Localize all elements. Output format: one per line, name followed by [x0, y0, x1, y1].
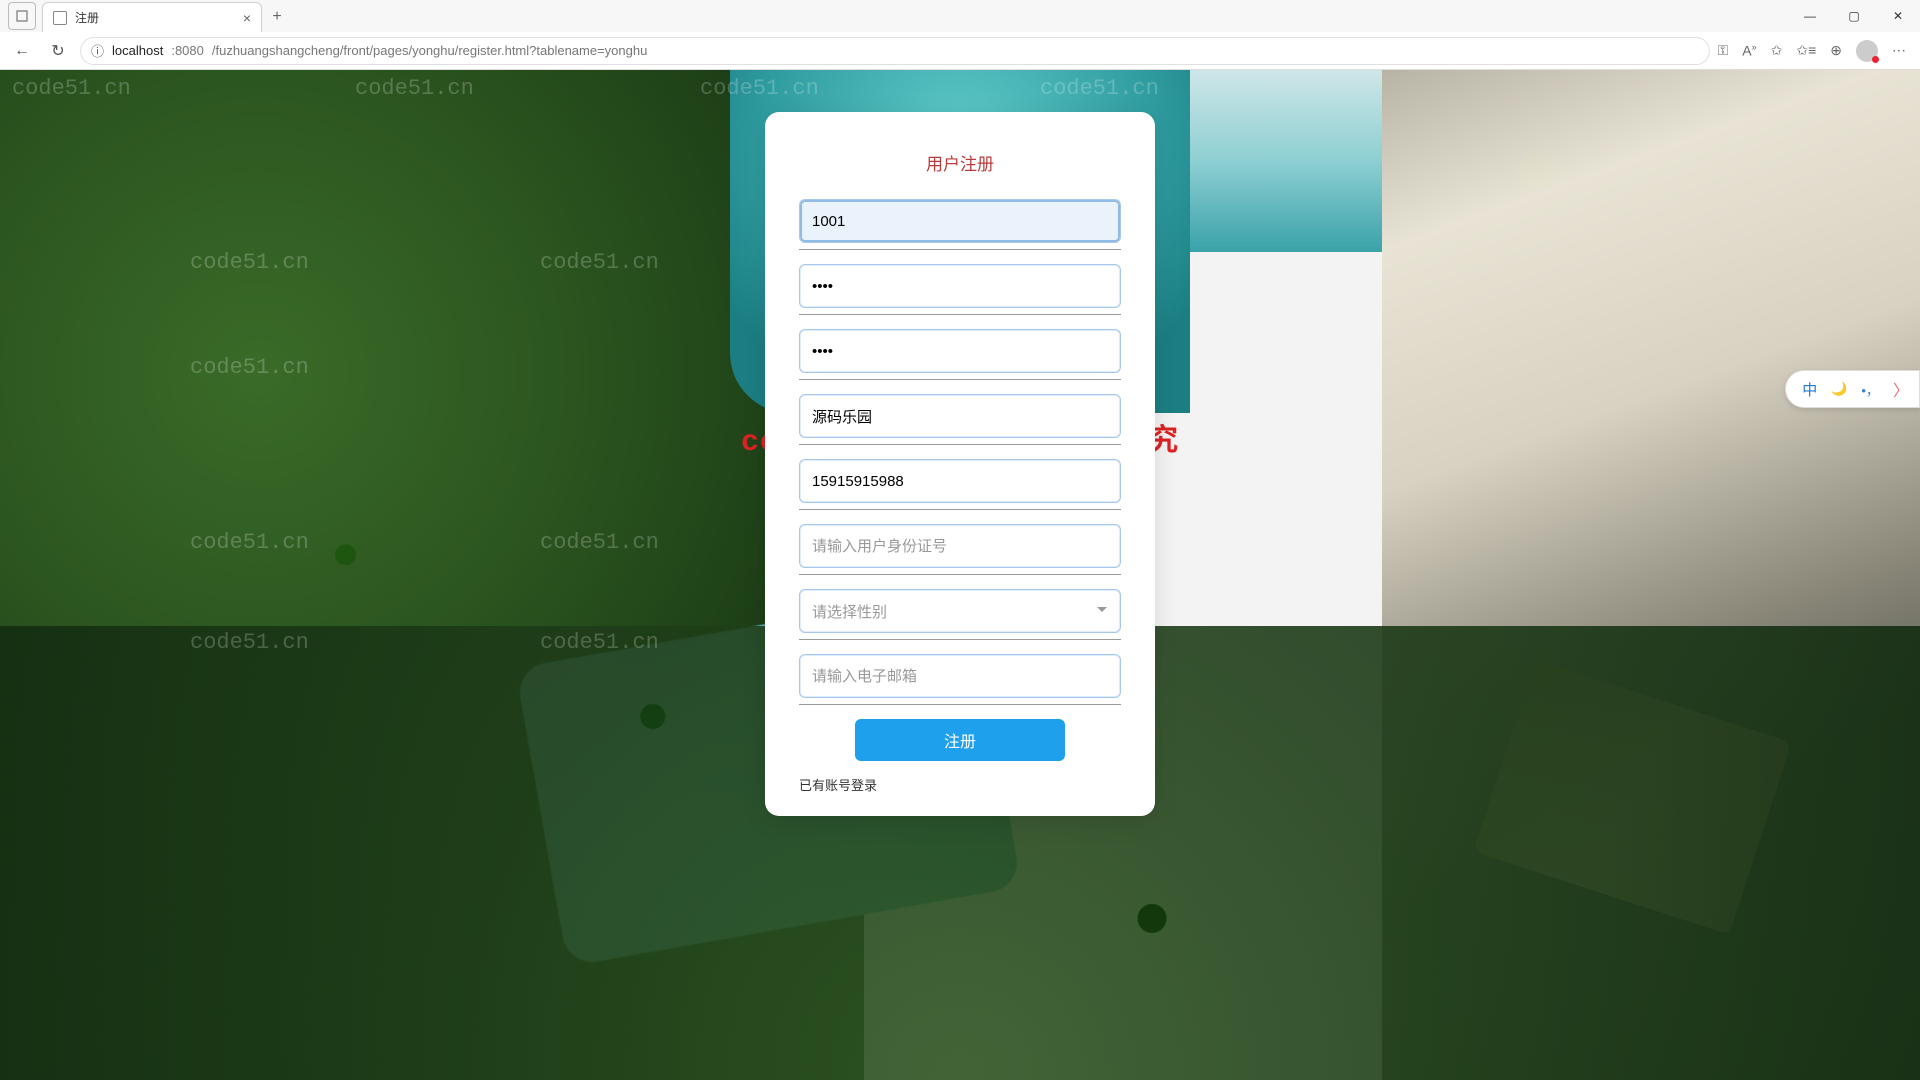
minimize-button[interactable]: — [1788, 0, 1832, 32]
page-favicon-icon [53, 11, 67, 25]
page-title: 用户注册 [799, 150, 1121, 175]
chevron-right-icon[interactable]: 〉 [1893, 377, 1909, 401]
idcard-input[interactable] [799, 524, 1121, 568]
ime-lang-indicator[interactable]: 中 [1802, 379, 1817, 400]
collections-icon[interactable]: ⊕ [1830, 42, 1842, 59]
url-input[interactable]: ⓘ localhost :8080/fuzhuangshangcheng/fron… [80, 37, 1710, 65]
gender-placeholder: 请选择性别 [812, 601, 887, 622]
phone-input[interactable] [799, 459, 1121, 503]
favorite-icon[interactable]: ✩ [1771, 42, 1783, 59]
more-menu-button[interactable]: ⋯ [1892, 42, 1906, 59]
password-input[interactable] [799, 264, 1121, 308]
refresh-button[interactable]: ↻ [44, 37, 72, 65]
email-input[interactable] [799, 654, 1121, 698]
site-info-icon[interactable]: ⓘ [91, 41, 104, 60]
passwords-icon[interactable]: ⚿ [1718, 42, 1729, 59]
page-viewport: code51.cn code51.cn code51.cn code51.cn … [0, 70, 1920, 1080]
close-window-button[interactable]: ✕ [1876, 0, 1920, 32]
tab-title: 注册 [75, 9, 235, 26]
maximize-button[interactable]: ▢ [1832, 0, 1876, 32]
tab-actions-button[interactable] [8, 2, 36, 30]
toolbar-icons: ⚿ A» ✩ ✩≡ ⊕ ⋯ [1718, 40, 1912, 62]
window-controls: — ▢ ✕ [1788, 0, 1920, 32]
url-port: :8080 [171, 43, 204, 58]
gender-select[interactable]: 请选择性别 [799, 589, 1121, 633]
address-bar: ← ↻ ⓘ localhost :8080/fuzhuangshangcheng/… [0, 32, 1920, 70]
tab-close-button[interactable]: × [243, 10, 251, 26]
ime-punct-indicator[interactable]: •， [1861, 380, 1879, 399]
new-tab-button[interactable]: + [262, 2, 292, 32]
nickname-input[interactable] [799, 394, 1121, 438]
url-host: localhost [112, 43, 163, 58]
register-card: 用户注册 请选择性别 [765, 112, 1155, 816]
username-input[interactable] [799, 199, 1121, 243]
browser-tab[interactable]: 注册 × [42, 2, 262, 32]
tab-strip: 注册 × + [0, 0, 292, 32]
moon-icon[interactable]: 🌙 [1831, 381, 1847, 397]
back-button[interactable]: ← [8, 37, 36, 65]
read-aloud-icon[interactable]: A» [1742, 42, 1756, 59]
favorites-bar-icon[interactable]: ✩≡ [1796, 42, 1816, 59]
password-confirm-input[interactable] [799, 329, 1121, 373]
window-icon [16, 10, 28, 22]
url-path: /fuzhuangshangcheng/front/pages/yonghu/r… [212, 43, 647, 58]
title-bar: 注册 × + — ▢ ✕ [0, 0, 1920, 32]
profile-avatar[interactable] [1856, 40, 1878, 62]
browser-window: 注册 × + — ▢ ✕ ← ↻ ⓘ localhost :8080/fuzhua… [0, 0, 1920, 1080]
ime-toolbar[interactable]: 中 🌙 •， 〉 [1785, 370, 1920, 408]
register-button[interactable]: 注册 [855, 719, 1065, 761]
login-link[interactable]: 已有账号登录 [799, 775, 1121, 794]
